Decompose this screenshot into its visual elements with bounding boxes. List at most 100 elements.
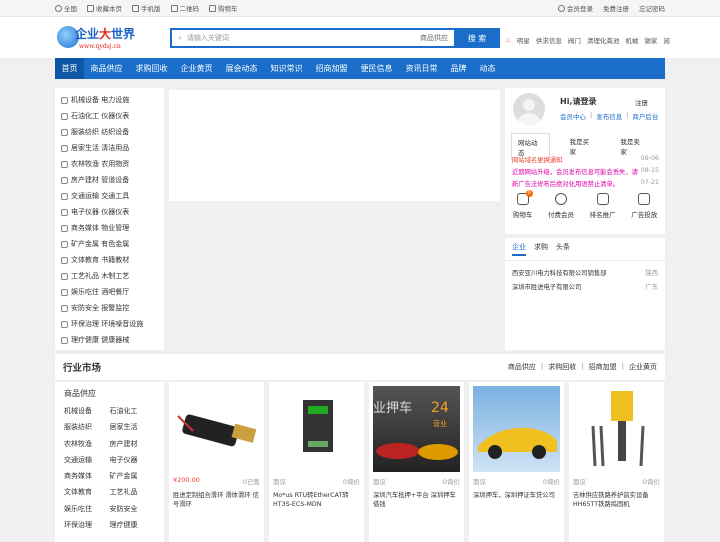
login-link[interactable]: 会员登录 (558, 3, 593, 13)
shortcut-ads[interactable]: 广告投放 (631, 193, 657, 219)
market-cat[interactable]: 房产建材 (110, 439, 156, 449)
market-cat[interactable]: 商务媒体 (64, 471, 110, 481)
category-item[interactable]: 安防安全 报警监控 (55, 300, 164, 316)
publish-link[interactable]: 发布信息 (596, 111, 622, 121)
hot-keyword[interactable]: 明星 (517, 35, 530, 45)
merchant-backend-link[interactable]: 商户后台 (632, 111, 658, 121)
product-image (173, 386, 260, 472)
market-link[interactable]: 求购回收 (548, 362, 576, 372)
market-links: 商品供应 | 求购回收 | 招商加盟 | 企业黄页 (507, 362, 657, 372)
nav-yellowpages[interactable]: 企业黄页 (174, 58, 219, 79)
search-button[interactable]: 搜 索 (454, 28, 500, 48)
location-link[interactable]: 全国 (55, 3, 77, 13)
market-cat[interactable]: 文体教育 (64, 487, 110, 497)
nav-service[interactable]: 便民信息 (354, 58, 399, 79)
market-cat-title: 商品供应 (64, 389, 96, 398)
product-card[interactable]: 面议 0询价 深圳押车，深圳押证车贷公司 (469, 382, 564, 542)
market-cat[interactable]: 安防安全 (110, 504, 156, 514)
notice-item[interactable]: 网站域名更换通知 09-06 (512, 155, 659, 164)
category-item[interactable]: 农林牧渔 农用物资 (55, 156, 164, 172)
category-item[interactable]: 居家生活 清洁用品 (55, 140, 164, 156)
nav-home[interactable]: 首页 (55, 58, 84, 79)
market-cat[interactable]: 农林牧渔 (64, 439, 110, 449)
market-cat[interactable]: 服装纺织 (64, 422, 110, 432)
category-item[interactable]: 机械设备 电力设施 (55, 92, 164, 108)
forgot-password-link[interactable]: 忘记密码 (639, 3, 665, 13)
hot-keyword[interactable]: 清理化粪池 (587, 35, 620, 45)
market-link[interactable]: 企业黄页 (629, 362, 657, 372)
nav-knowledge[interactable]: 知识常识 (264, 58, 309, 79)
category-item[interactable]: 电子仪器 仪器仪表 (55, 204, 164, 220)
top-bar: 全国 收藏本页 手机版 二维码 购物车 会员登录 免费注册 忘记密码 (0, 0, 720, 17)
shortcut-vip[interactable]: 付费会员 (548, 193, 574, 219)
market-cat[interactable]: 机械设备 (64, 406, 110, 416)
category-item[interactable]: 文体教育 书籍教材 (55, 252, 164, 268)
nav-dynamics[interactable]: 动态 (473, 58, 502, 79)
category-item[interactable]: 理疗健康 健康器械 (55, 332, 164, 348)
market-cat[interactable]: 环保治理 (64, 520, 110, 530)
market-cat[interactable]: 电子仪器 (110, 455, 156, 465)
nav-news[interactable]: 资讯日常 (399, 58, 444, 79)
search-input[interactable]: ⌕ 请输入关键词 商品供应 (170, 28, 454, 48)
hot-keyword[interactable]: 阅 (663, 35, 670, 45)
market-cat[interactable]: 娱乐吃住 (64, 504, 110, 514)
market-cat[interactable]: 居家生活 (110, 422, 156, 432)
main-section: 机械设备 电力设施 石油化工 仪器仪表 服装纺织 纺织设备 居家生活 清洁用品 … (55, 88, 665, 350)
category-item[interactable]: 石油化工 仪器仪表 (55, 108, 164, 124)
hot-keyword[interactable]: 机械 (625, 35, 638, 45)
category-item[interactable]: 工艺礼品 木制工艺 (55, 268, 164, 284)
search-category-select[interactable]: 商品供应 (420, 33, 448, 43)
qrcode-link[interactable]: 二维码 (170, 3, 199, 13)
company-row[interactable]: 深圳市胜进电子有限公司 广东 (505, 279, 665, 293)
category-item[interactable]: 服装纺织 纺织设备 (55, 124, 164, 140)
tab-company[interactable]: 企业 (512, 242, 526, 256)
bookmark-icon (87, 4, 94, 12)
car-icon (61, 192, 68, 200)
category-item[interactable]: 商务媒体 物业管理 (55, 220, 164, 236)
nav-supply[interactable]: 商品供应 (84, 58, 129, 79)
category-item[interactable]: 房产建材 管道设备 (55, 172, 164, 188)
notice-item[interactable]: 近期网站升级，会员发布信息可能会丢失，请 08-15 (512, 167, 659, 176)
company-row[interactable]: 西安亚川电力科技有限公司销售部 陕西 (505, 265, 665, 279)
category-item[interactable]: 娱乐吃住 酒吧餐厅 (55, 284, 164, 300)
market-cat[interactable]: 工艺礼品 (110, 487, 156, 497)
category-item[interactable]: 交通运输 交通工具 (55, 188, 164, 204)
market-cat[interactable]: 交通运输 (64, 455, 110, 465)
hot-keyword[interactable]: 供求信息 (536, 35, 562, 45)
market-cat[interactable]: 矿产金属 (110, 471, 156, 481)
cup-icon (61, 288, 68, 296)
product-card[interactable]: 面议 0询价 Mo*us RTU转EtherCAT转HT3S-ECS-MDN (269, 382, 364, 542)
tab-purchase[interactable]: 求购 (534, 242, 548, 256)
market-link[interactable]: 招商加盟 (589, 362, 617, 372)
product-image (573, 386, 660, 472)
cart-link[interactable]: 购物车 (209, 3, 238, 13)
market-categories: 商品供应 机械设备 石油化工 服装纺织 居家生活 农林牧渔 房产建材 交通运输 … (55, 382, 164, 542)
market-cat[interactable]: 理疗健康 (110, 520, 156, 530)
site-logo[interactable]: 企业大世界 www.qydsj.cn (55, 22, 147, 54)
nav-franchise[interactable]: 招商加盟 (309, 58, 354, 79)
market-cat-grid: 机械设备 石油化工 服装纺织 居家生活 农林牧渔 房产建材 交通运输 电子仪器 … (64, 406, 155, 530)
member-center-link[interactable]: 会员中心 (560, 111, 586, 121)
product-card[interactable]: 业押车 24 营业 面议 0询价 深圳汽车抵押+平台 深圳押车借钱 (369, 382, 464, 542)
nav-expo[interactable]: 展会动态 (219, 58, 264, 79)
banner-area[interactable] (169, 90, 500, 201)
tab-headlines[interactable]: 头条 (556, 242, 570, 256)
notice-item[interactable]: 新广告法修布后绝对化用语禁止清单。 07-21 (512, 179, 659, 188)
hot-keyword[interactable]: 谢家 (644, 35, 657, 45)
category-item[interactable]: 矿产金属 有色金属 (55, 236, 164, 252)
bookmark-link[interactable]: 收藏本页 (87, 3, 122, 13)
nav-purchase[interactable]: 求购回收 (129, 58, 174, 79)
login-prompt[interactable]: Hi,请登录 (560, 96, 596, 107)
market-link[interactable]: 商品供应 (508, 362, 536, 372)
register-link[interactable]: 免费注册 (603, 3, 629, 13)
shortcut-ranking[interactable]: 排名推广 (590, 193, 616, 219)
nav-brand[interactable]: 品牌 (444, 58, 473, 79)
mobile-link[interactable]: 手机版 (132, 3, 161, 13)
market-cat[interactable]: 石油化工 (110, 406, 156, 416)
product-card[interactable]: ¥200.00 0已售 胜进定制组合滑环 滑体滑环 信号滑环 (169, 382, 264, 542)
product-card[interactable]: 面议 0询价 吉林供应铁路养护前实设备HH65TT铁路捣固机 (569, 382, 664, 542)
shortcut-cart[interactable]: 0 购物车 (513, 190, 533, 219)
category-item[interactable]: 环保治理 环境噪音设施 (55, 316, 164, 332)
register-button[interactable]: 注册 (635, 97, 648, 107)
hot-keyword[interactable]: 阀门 (568, 35, 581, 45)
